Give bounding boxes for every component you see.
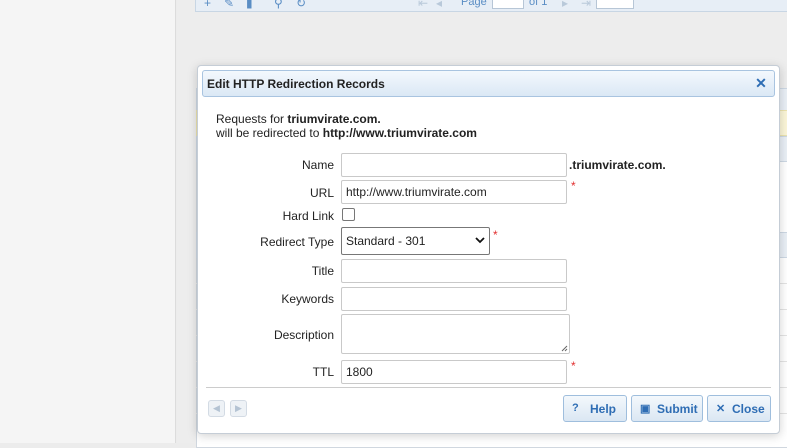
redirect-info: Requests for triumvirate.com. will be re…	[216, 112, 477, 140]
first-page-icon[interactable]: ⇤	[418, 0, 428, 10]
info-requests-label: Requests for	[216, 112, 285, 126]
redirect-type-select[interactable]: Standard - 301	[341, 227, 490, 255]
close-icon[interactable]: ✕	[754, 76, 768, 90]
title-label: Title	[311, 264, 334, 278]
help-button[interactable]: ? Help	[563, 395, 627, 422]
keywords-label: Keywords	[281, 292, 334, 306]
edit-icon[interactable]: ✎	[224, 0, 234, 10]
info-redirect-label: will be redirected to	[216, 126, 320, 140]
hardlink-label: Hard Link	[282, 209, 334, 223]
pager-of-label: of 1	[529, 0, 548, 8]
chevron-down-icon	[475, 237, 485, 244]
add-icon[interactable]: +	[204, 0, 211, 10]
url-label: URL	[309, 186, 334, 200]
next-page-icon[interactable]: ▸	[562, 0, 568, 10]
refresh-icon[interactable]: ↻	[296, 0, 306, 10]
submit-button[interactable]: ▣ Submit	[631, 395, 703, 422]
name-suffix: .triumvirate.com.	[569, 158, 666, 172]
submit-button-label: Submit	[657, 402, 698, 416]
delete-icon[interactable]: ▮	[246, 0, 253, 10]
ttl-field[interactable]	[341, 360, 567, 384]
description-label: Description	[273, 328, 334, 342]
url-required-marker: *	[571, 179, 576, 193]
dialog-title: Edit HTTP Redirection Records	[207, 77, 385, 91]
keywords-field[interactable]	[341, 287, 567, 311]
ttl-label: TTL	[312, 365, 334, 379]
redirect-type-required-marker: *	[493, 228, 498, 242]
pager-input[interactable]	[492, 0, 524, 9]
grid-toolbar: + ✎ ▮ ⚲ ↻ ⇤ ◂ Page of 1 ▸ ⇥	[195, 0, 787, 12]
redirect-type-value: Standard - 301	[346, 234, 426, 248]
next-record-button[interactable]: ▶	[230, 400, 247, 417]
close-small-icon: ✕	[716, 403, 726, 415]
prev-record-button[interactable]: ◀	[208, 400, 225, 417]
pager-page-label: Page	[461, 0, 487, 8]
search-icon[interactable]: ⚲	[274, 0, 283, 10]
resize-grip-icon[interactable]	[561, 345, 568, 352]
description-field[interactable]	[341, 314, 570, 354]
dialog-divider	[206, 387, 771, 388]
info-line-1: Requests for triumvirate.com.	[216, 112, 477, 126]
info-line-2: will be redirected to http://www.triumvi…	[216, 126, 477, 140]
title-field[interactable]	[341, 259, 567, 283]
help-icon: ?	[572, 402, 579, 414]
name-label: Name	[301, 158, 334, 172]
info-domain: triumvirate.com.	[287, 112, 381, 126]
prev-page-icon[interactable]: ◂	[436, 0, 442, 10]
page-size-select[interactable]	[596, 0, 634, 9]
edit-redirection-dialog: Edit HTTP Redirection Records ✕ Requests…	[197, 65, 780, 434]
name-field[interactable]	[341, 153, 567, 177]
help-button-label: Help	[590, 402, 617, 416]
last-page-icon[interactable]: ⇥	[581, 0, 591, 10]
redirect-type-label: Redirect Type	[260, 235, 334, 249]
ttl-required-marker: *	[571, 359, 576, 373]
dialog-titlebar[interactable]: Edit HTTP Redirection Records ✕	[202, 70, 775, 97]
url-field[interactable]	[341, 180, 567, 204]
save-icon: ▣	[640, 403, 651, 415]
left-pane	[0, 0, 176, 443]
close-button-label: Close	[732, 402, 765, 416]
hardlink-checkbox[interactable]	[342, 208, 355, 221]
close-button[interactable]: ✕ Close	[707, 395, 771, 422]
info-target-url: http://www.triumvirate.com	[322, 126, 477, 140]
